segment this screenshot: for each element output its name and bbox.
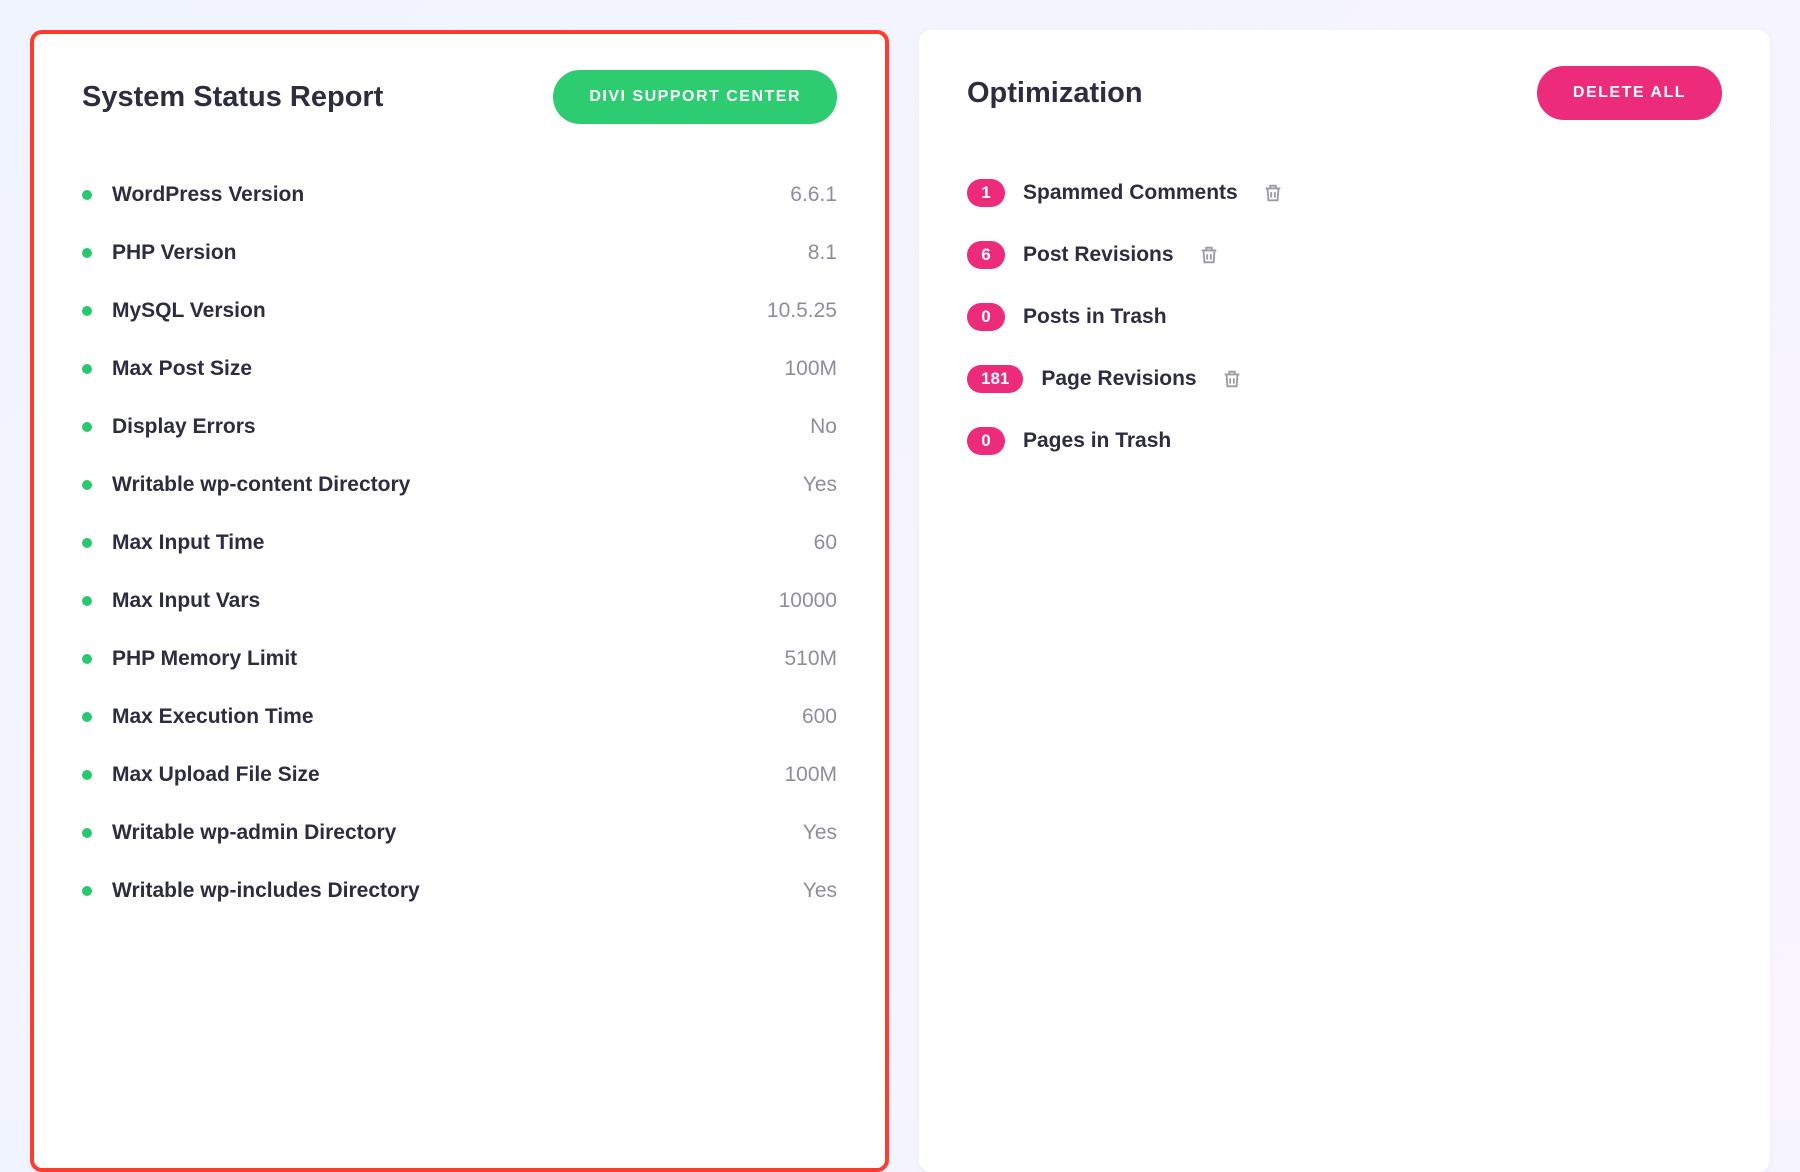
system-status-list: WordPress Version 6.6.1 PHP Version 8.1 … xyxy=(34,166,885,920)
status-ok-icon xyxy=(82,306,92,316)
status-value: 510M xyxy=(784,647,837,671)
status-value: 8.1 xyxy=(808,241,837,265)
status-ok-icon xyxy=(82,248,92,258)
system-status-panel: System Status Report DIVI SUPPORT CENTER… xyxy=(30,30,889,1172)
optimization-label: Pages in Trash xyxy=(1023,429,1171,453)
count-badge: 1 xyxy=(967,179,1005,207)
status-value: 60 xyxy=(814,531,837,555)
status-row: Display Errors No xyxy=(82,398,837,456)
status-value: 6.6.1 xyxy=(790,183,837,207)
status-value: 600 xyxy=(802,705,837,729)
status-row: Max Input Vars 10000 xyxy=(82,572,837,630)
status-label: Max Upload File Size xyxy=(112,763,784,787)
status-ok-icon xyxy=(82,770,92,780)
status-row: Max Upload File Size 100M xyxy=(82,746,837,804)
status-label: Writable wp-admin Directory xyxy=(112,821,803,845)
system-status-title: System Status Report xyxy=(82,81,383,114)
status-label: Display Errors xyxy=(112,415,810,439)
status-label: Writable wp-includes Directory xyxy=(112,879,803,903)
status-label: Writable wp-content Directory xyxy=(112,473,803,497)
status-ok-icon xyxy=(82,828,92,838)
status-ok-icon xyxy=(82,596,92,606)
status-value: Yes xyxy=(803,879,837,903)
status-value: 10.5.25 xyxy=(767,299,837,323)
status-row: Writable wp-admin Directory Yes xyxy=(82,804,837,862)
system-status-header: System Status Report DIVI SUPPORT CENTER xyxy=(34,34,885,166)
status-ok-icon xyxy=(82,364,92,374)
status-row: Writable wp-content Directory Yes xyxy=(82,456,837,514)
status-value: 10000 xyxy=(779,589,837,613)
optimization-header: Optimization DELETE ALL xyxy=(919,30,1770,162)
status-label: WordPress Version xyxy=(112,183,790,207)
status-label: PHP Memory Limit xyxy=(112,647,784,671)
count-badge: 181 xyxy=(967,365,1023,393)
status-row: Max Input Time 60 xyxy=(82,514,837,572)
count-badge: 0 xyxy=(967,427,1005,455)
trash-icon[interactable] xyxy=(1198,244,1220,266)
optimization-row: 1 Spammed Comments xyxy=(967,162,1722,224)
status-label: Max Input Time xyxy=(112,531,814,555)
status-ok-icon xyxy=(82,190,92,200)
status-ok-icon xyxy=(82,654,92,664)
status-ok-icon xyxy=(82,712,92,722)
optimization-row: 0 Pages in Trash xyxy=(967,410,1722,472)
count-badge: 0 xyxy=(967,303,1005,331)
status-label: Max Post Size xyxy=(112,357,784,381)
status-label: Max Input Vars xyxy=(112,589,779,613)
optimization-label: Page Revisions xyxy=(1041,367,1196,391)
status-row: Max Execution Time 600 xyxy=(82,688,837,746)
status-label: PHP Version xyxy=(112,241,808,265)
optimization-row: 6 Post Revisions xyxy=(967,224,1722,286)
status-label: MySQL Version xyxy=(112,299,767,323)
status-value: No xyxy=(810,415,837,439)
optimization-label: Spammed Comments xyxy=(1023,181,1238,205)
status-value: Yes xyxy=(803,473,837,497)
divi-support-center-button[interactable]: DIVI SUPPORT CENTER xyxy=(553,70,837,124)
status-row: Writable wp-includes Directory Yes xyxy=(82,862,837,920)
status-ok-icon xyxy=(82,538,92,548)
status-ok-icon xyxy=(82,480,92,490)
optimization-label: Post Revisions xyxy=(1023,243,1174,267)
status-row: Max Post Size 100M xyxy=(82,340,837,398)
status-row: PHP Memory Limit 510M xyxy=(82,630,837,688)
delete-all-button[interactable]: DELETE ALL xyxy=(1537,66,1722,120)
trash-icon[interactable] xyxy=(1262,182,1284,204)
optimization-label: Posts in Trash xyxy=(1023,305,1167,329)
status-row: MySQL Version 10.5.25 xyxy=(82,282,837,340)
trash-icon[interactable] xyxy=(1221,368,1243,390)
optimization-row: 181 Page Revisions xyxy=(967,348,1722,410)
optimization-title: Optimization xyxy=(967,77,1143,110)
optimization-panel: Optimization DELETE ALL 1 Spammed Commen… xyxy=(919,30,1770,1172)
status-label: Max Execution Time xyxy=(112,705,802,729)
status-ok-icon xyxy=(82,886,92,896)
count-badge: 6 xyxy=(967,241,1005,269)
status-row: PHP Version 8.1 xyxy=(82,224,837,282)
status-row: WordPress Version 6.6.1 xyxy=(82,166,837,224)
optimization-list: 1 Spammed Comments 6 Post Revisions 0 Po… xyxy=(919,162,1770,472)
status-value: Yes xyxy=(803,821,837,845)
status-value: 100M xyxy=(784,763,837,787)
status-ok-icon xyxy=(82,422,92,432)
status-value: 100M xyxy=(784,357,837,381)
optimization-row: 0 Posts in Trash xyxy=(967,286,1722,348)
